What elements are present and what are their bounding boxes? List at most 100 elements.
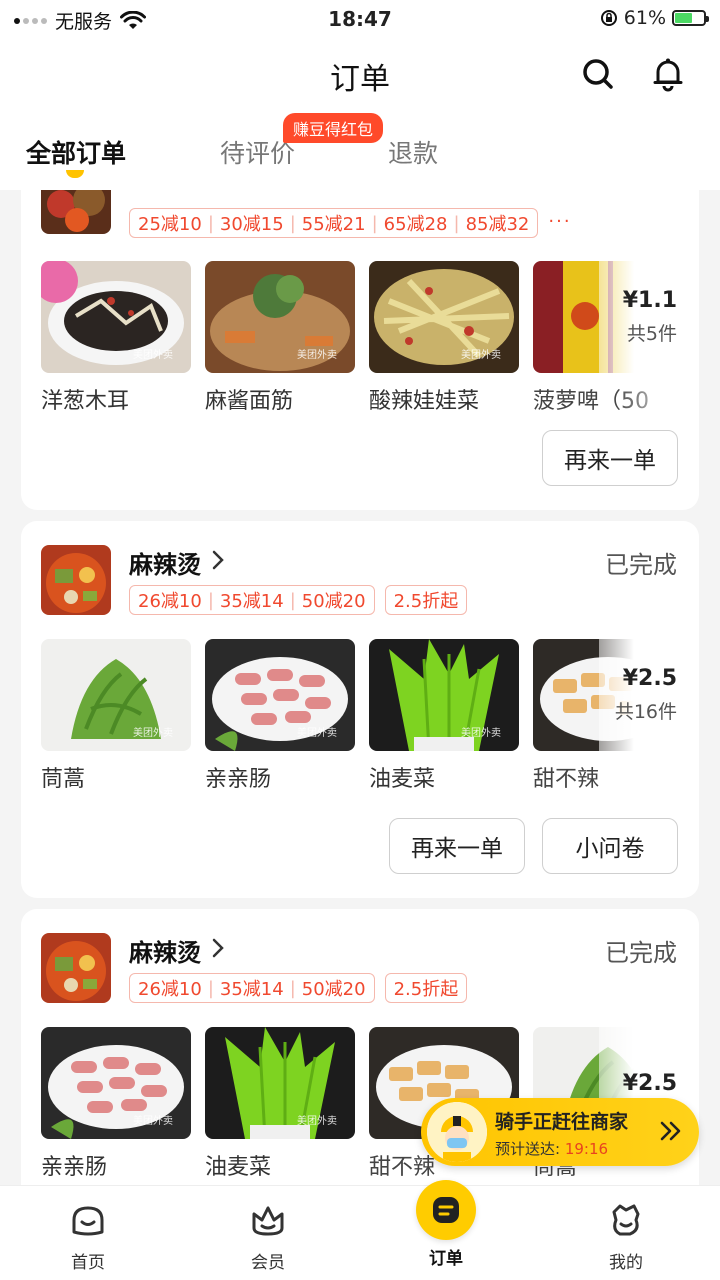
order-item[interactable]: 美团外卖 酸辣娃娃菜	[369, 261, 519, 415]
nav-home[interactable]: 首页	[38, 1200, 138, 1273]
status-right: 61%	[600, 7, 709, 29]
shop-thumbnail[interactable]	[41, 933, 111, 1003]
item-image: 美团外卖	[369, 639, 519, 751]
item-name: 洋葱木耳	[41, 389, 130, 414]
eta-label: 预计送达:	[495, 1140, 561, 1158]
chevron-right-icon	[212, 550, 224, 570]
nav-order[interactable]: 订单	[396, 1180, 496, 1269]
item-name: 茼蒿	[41, 767, 86, 792]
tab-active-indicator	[66, 170, 84, 178]
nav-member[interactable]: 会员	[218, 1200, 318, 1273]
eta-time: 19:16	[564, 1140, 609, 1158]
nav-mine[interactable]: 我的	[576, 1200, 676, 1273]
order-card[interactable]: 25减10 | 30减15 | 55减21 | 65减28 | 85减32 ··· 美团外卖 洋…	[21, 190, 699, 510]
item-name: 亲亲肠	[41, 1155, 108, 1180]
item-name: 油麦菜	[369, 767, 436, 792]
header: 订单 全部订单 待评价 退款 赚豆得红包	[0, 40, 720, 190]
item-image: 美团外卖	[41, 261, 191, 373]
item-image: 美团外卖	[369, 261, 519, 373]
watermark: 美团外卖	[133, 728, 173, 739]
discount-tag: 26减10 | 35减14 | 50减20	[129, 973, 375, 1003]
battery-percent: 61%	[623, 7, 666, 29]
order-item[interactable]: 美团外卖 茼蒿	[41, 639, 191, 793]
discount-tag: 2.5折起	[384, 973, 468, 1003]
shop-thumbnail[interactable]	[41, 190, 111, 234]
more-tags-icon[interactable]: ···	[548, 208, 571, 238]
item-image: 美团外卖	[205, 1027, 355, 1139]
watermark: 美团外卖	[297, 350, 337, 361]
item-name: 油麦菜	[205, 1155, 272, 1180]
watermark: 美团外卖	[297, 728, 337, 739]
rider-status-banner[interactable]: 骑手正赶往商家 预计送达: 19:16	[421, 1098, 699, 1166]
promo-tags: 25减10 | 30减15 | 55减21 | 65减28 | 85减32 ···	[129, 208, 572, 238]
order-price: ¥2.5	[622, 666, 677, 691]
discount-tag: 25减10 | 30减15 | 55减21 | 65减28 | 85减32	[129, 208, 539, 238]
order-summary[interactable]: ¥1.1 共5件	[599, 261, 699, 373]
order-status: 已完成	[605, 939, 677, 967]
order-status: 已完成	[605, 551, 677, 579]
order-icon	[416, 1180, 476, 1240]
order-summary[interactable]: ¥2.5 共16件	[599, 639, 699, 751]
item-name: 亲亲肠	[205, 767, 272, 792]
battery-icon	[672, 10, 709, 26]
item-name: 甜不辣	[533, 767, 600, 792]
shop-name[interactable]: 麻辣烫	[129, 545, 201, 580]
promo-tags: 26减10 | 35减14 | 50减20 2.5折起	[129, 973, 468, 1003]
nav-label: 首页	[71, 1253, 105, 1273]
item-row[interactable]: 美团外卖 茼蒿 美团外卖 亲亲肠 美团外卖 油麦菜 甜不辣	[41, 639, 683, 793]
nav-label: 订单	[429, 1249, 463, 1269]
order-card[interactable]: 麻辣烫 已完成 26减10 | 35减14 | 50减20 2.5折起 美团外卖 茼蒿 …	[21, 521, 699, 898]
bell-icon	[653, 58, 683, 92]
watermark: 美团外卖	[133, 350, 173, 361]
rotation-lock-icon	[600, 10, 617, 26]
shop-name[interactable]: 麻辣烫	[129, 933, 201, 968]
eta-text: 预计送达: 19:16	[495, 1138, 608, 1159]
order-price: ¥1.1	[622, 288, 677, 313]
reorder-button[interactable]: 再来一单	[389, 818, 525, 874]
bottom-nav: 首页 会员 订单 我的	[0, 1180, 720, 1280]
order-item[interactable]: 美团外卖 麻酱面筋	[205, 261, 355, 415]
profile-icon	[612, 1204, 640, 1236]
order-item[interactable]: 美团外卖 亲亲肠	[205, 639, 355, 793]
tab-refund[interactable]: 退款	[388, 134, 438, 170]
shop-thumbnail[interactable]	[41, 545, 111, 615]
order-item[interactable]: 美团外卖 亲亲肠	[41, 1027, 191, 1181]
item-image: 美团外卖	[205, 261, 355, 373]
promo-badge[interactable]: 赚豆得红包	[283, 113, 384, 143]
item-name: 麻酱面筋	[205, 389, 294, 414]
search-icon	[583, 59, 613, 89]
survey-button[interactable]: 小问卷	[542, 818, 678, 874]
watermark: 美团外卖	[297, 1116, 337, 1127]
home-icon	[72, 1206, 104, 1236]
discount-tag: 26减10 | 35减14 | 50减20	[129, 585, 375, 615]
nav-label: 会员	[251, 1253, 285, 1273]
nav-label: 我的	[609, 1253, 643, 1273]
chevron-right-icon	[212, 938, 224, 958]
item-count: 共16件	[614, 701, 677, 723]
item-image: 美团外卖	[41, 1027, 191, 1139]
crown-icon	[252, 1206, 284, 1236]
watermark: 美团外卖	[461, 350, 501, 361]
notification-button[interactable]	[648, 54, 688, 94]
item-name: 酸辣娃娃菜	[369, 389, 480, 414]
tab-all-orders[interactable]: 全部订单	[26, 134, 126, 170]
order-item[interactable]: 美团外卖 洋葱木耳	[41, 261, 191, 415]
discount-tag: 2.5折起	[384, 585, 468, 615]
item-count: 共5件	[626, 323, 677, 345]
item-image: 美团外卖	[205, 639, 355, 751]
item-image: 美团外卖	[41, 639, 191, 751]
search-button[interactable]	[578, 54, 618, 94]
order-item[interactable]: 美团外卖 油麦菜	[205, 1027, 355, 1181]
watermark: 美团外卖	[461, 728, 501, 739]
status-bar: 无服务 18:47 61%	[0, 0, 720, 40]
order-price: ¥2.5	[622, 1070, 677, 1096]
promo-tags: 26减10 | 35减14 | 50减20 2.5折起	[129, 585, 468, 615]
reorder-button[interactable]: 再来一单	[542, 430, 678, 486]
order-list[interactable]: 25减10 | 30减15 | 55减21 | 65减28 | 85减32 ··· 美团外卖 洋…	[0, 190, 720, 1185]
double-chevron-right-icon	[660, 1121, 681, 1141]
item-name: 菠萝啤（50	[533, 389, 649, 414]
item-row[interactable]: 美团外卖 洋葱木耳 美团外卖 麻酱面筋 美团外卖 酸辣娃娃菜 菠萝啤（50	[41, 261, 683, 415]
watermark: 美团外卖	[133, 1116, 173, 1127]
order-item[interactable]: 美团外卖 油麦菜	[369, 639, 519, 793]
rider-status-title: 骑手正赶往商家	[495, 1111, 629, 1133]
